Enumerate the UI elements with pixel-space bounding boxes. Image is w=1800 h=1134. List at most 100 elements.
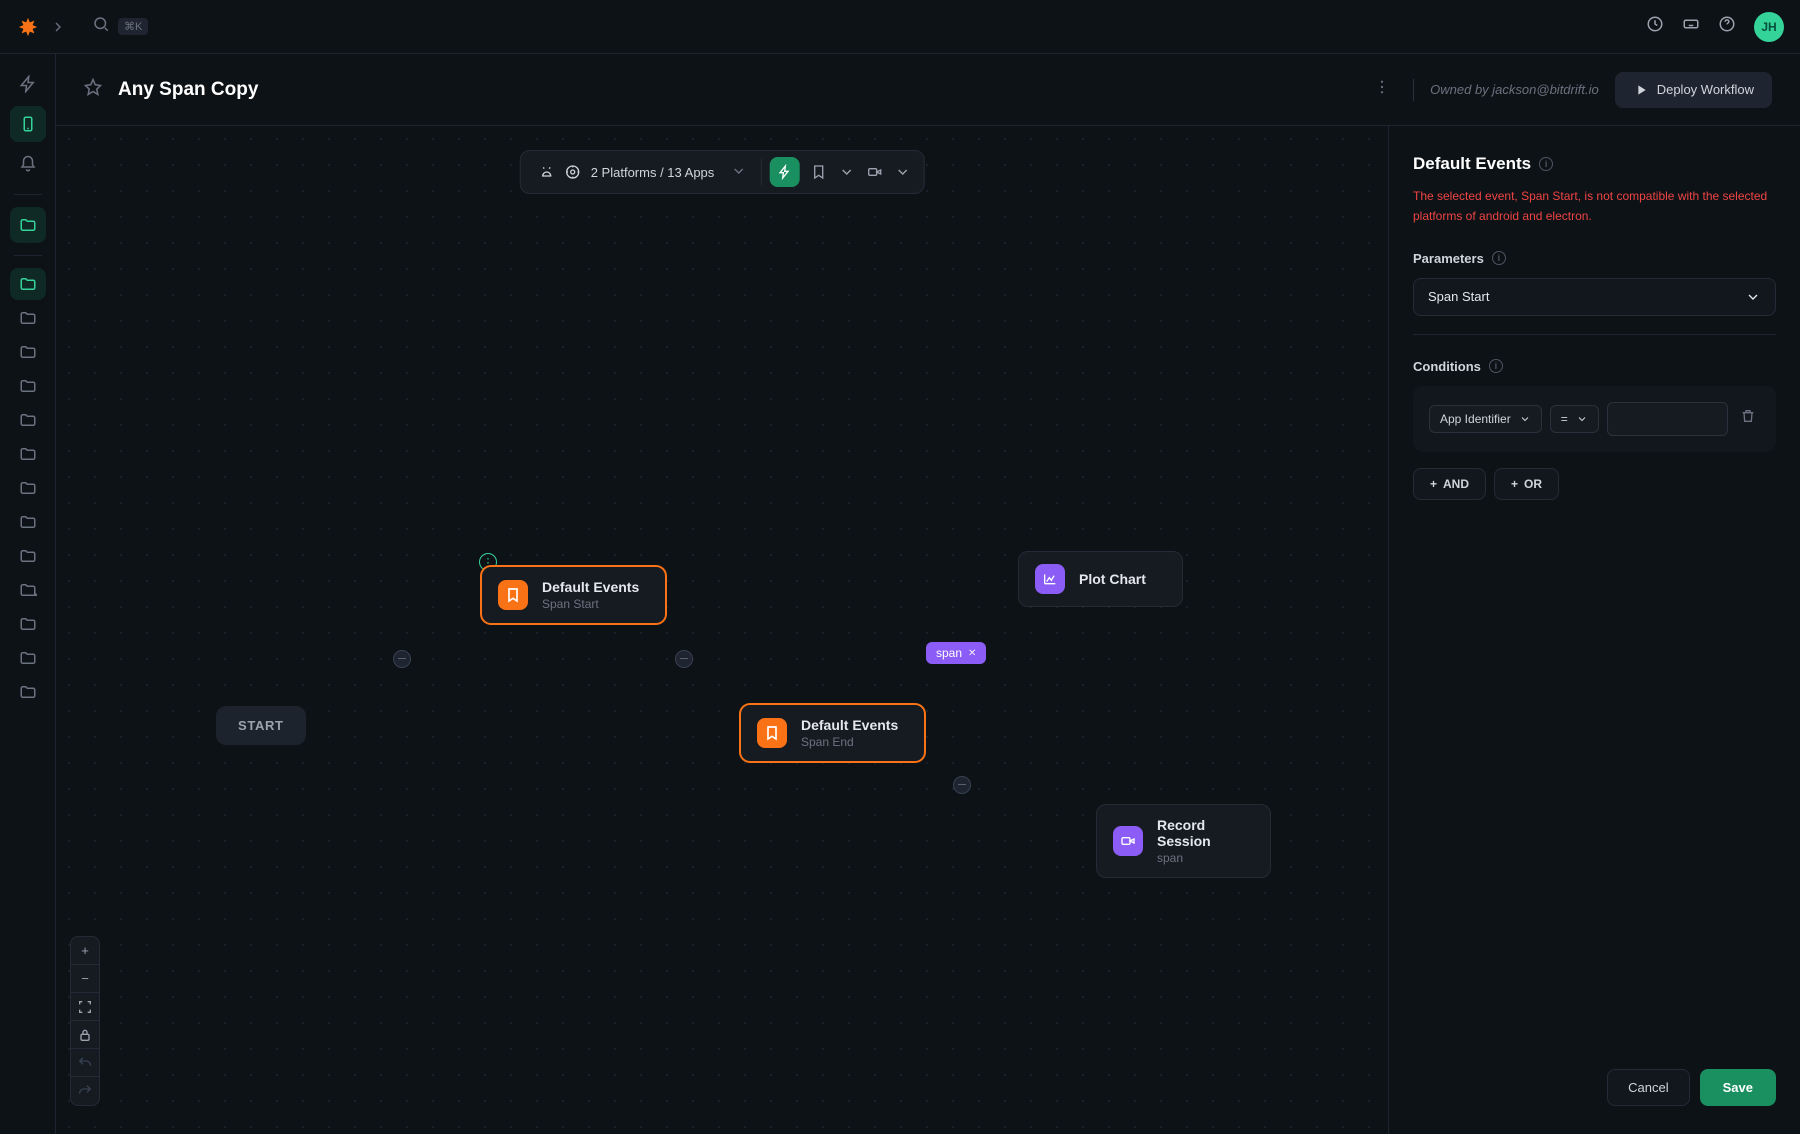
zoom-out-button[interactable]: − bbox=[71, 965, 99, 993]
add-node-handle[interactable]: ─ bbox=[675, 650, 693, 668]
search-shortcut: ⌘K bbox=[118, 18, 148, 35]
parameter-value: Span Start bbox=[1428, 289, 1489, 304]
node-default-events-start[interactable]: Default Events Span Start bbox=[481, 566, 666, 624]
sidebar-folder[interactable] bbox=[10, 506, 46, 538]
condition-operator: = bbox=[1561, 412, 1568, 426]
sidebar-item-alerts[interactable] bbox=[10, 146, 46, 182]
condition-field-select[interactable]: App Identifier bbox=[1429, 405, 1542, 433]
fit-view-button[interactable] bbox=[71, 993, 99, 1021]
canvas-toolbar: 2 Platforms / 13 Apps bbox=[520, 150, 925, 194]
chevron-down-icon[interactable] bbox=[893, 157, 911, 187]
bookmark-icon bbox=[757, 718, 787, 748]
delete-condition-icon[interactable] bbox=[1736, 404, 1760, 433]
node-subtitle: Span End bbox=[801, 735, 898, 749]
node-title: Plot Chart bbox=[1079, 571, 1146, 587]
conditions-label: Conditions bbox=[1413, 359, 1481, 374]
node-title: Default Events bbox=[801, 717, 898, 733]
sidebar-folder[interactable] bbox=[10, 676, 46, 708]
deploy-label: Deploy Workflow bbox=[1657, 82, 1754, 97]
tool-record-icon[interactable] bbox=[859, 157, 889, 187]
properties-panel: Default Events i The selected event, Spa… bbox=[1388, 126, 1800, 1134]
parameter-select[interactable]: Span Start bbox=[1413, 278, 1776, 316]
span-chip[interactable]: span ✕ bbox=[926, 642, 986, 664]
sidebar-folder[interactable] bbox=[10, 472, 46, 504]
sidebar-item-device[interactable] bbox=[10, 106, 46, 142]
condition-row: App Identifier = bbox=[1413, 386, 1776, 452]
edges-layer bbox=[56, 126, 356, 276]
sidebar-folder-current[interactable] bbox=[10, 268, 46, 300]
info-icon[interactable]: i bbox=[1489, 359, 1503, 373]
node-default-events-end[interactable]: Default Events Span End bbox=[740, 704, 925, 762]
workflow-canvas[interactable]: 2 Platforms / 13 Apps START ⋮ bbox=[56, 126, 1388, 1134]
panel-title: Default Events bbox=[1413, 154, 1531, 174]
sidebar-divider bbox=[14, 255, 42, 256]
sidebar-folder-active[interactable] bbox=[10, 207, 46, 243]
chart-icon bbox=[1035, 564, 1065, 594]
sidebar-folder[interactable] bbox=[10, 404, 46, 436]
start-label: START bbox=[238, 718, 284, 733]
deploy-workflow-button[interactable]: Deploy Workflow bbox=[1615, 72, 1772, 108]
platform-summary: 2 Platforms / 13 Apps bbox=[591, 165, 715, 180]
condition-operator-select[interactable]: = bbox=[1550, 405, 1599, 433]
bookmark-icon bbox=[498, 580, 528, 610]
parameters-label: Parameters bbox=[1413, 251, 1484, 266]
and-label: AND bbox=[1443, 477, 1469, 491]
sidebar-folder[interactable] bbox=[10, 540, 46, 572]
node-subtitle: Span Start bbox=[542, 597, 639, 611]
top-bar: ⌘K JH bbox=[0, 0, 1800, 54]
chip-close-icon[interactable]: ✕ bbox=[968, 648, 976, 659]
sidebar-folder[interactable] bbox=[10, 608, 46, 640]
compatibility-warning: The selected event, Span Start, is not c… bbox=[1413, 186, 1776, 227]
sidebar-folder[interactable] bbox=[10, 336, 46, 368]
keyboard-icon[interactable] bbox=[1682, 15, 1700, 38]
tool-event-icon[interactable] bbox=[769, 157, 799, 187]
help-icon[interactable] bbox=[1718, 15, 1736, 38]
platform-picker[interactable]: 2 Platforms / 13 Apps bbox=[529, 159, 757, 186]
sidebar-folder[interactable] bbox=[10, 370, 46, 402]
add-node-handle[interactable]: ─ bbox=[393, 650, 411, 668]
sidebar-item-lightning[interactable] bbox=[10, 66, 46, 102]
info-icon[interactable]: i bbox=[1539, 157, 1553, 171]
chevron-down-icon[interactable] bbox=[837, 157, 855, 187]
avatar[interactable]: JH bbox=[1754, 12, 1784, 42]
owner-email: jackson@bitdrift.io bbox=[1492, 82, 1598, 97]
record-icon bbox=[1113, 826, 1143, 856]
history-icon[interactable] bbox=[1646, 15, 1664, 38]
tool-bookmark-icon[interactable] bbox=[803, 157, 833, 187]
zoom-in-button[interactable]: + bbox=[71, 937, 99, 965]
divider bbox=[1413, 79, 1414, 101]
add-and-condition-button[interactable]: +AND bbox=[1413, 468, 1486, 500]
owner-label: Owned by jackson@bitdrift.io bbox=[1430, 82, 1599, 97]
search-icon bbox=[92, 15, 110, 38]
add-node-handle[interactable]: ─ bbox=[953, 776, 971, 794]
sidebar-folder[interactable] bbox=[10, 574, 46, 606]
sidebar-folder[interactable] bbox=[10, 438, 46, 470]
redo-button[interactable] bbox=[71, 1077, 99, 1105]
page-header: Any Span Copy Owned by jackson@bitdrift.… bbox=[56, 54, 1800, 126]
sidebar-folder[interactable] bbox=[10, 642, 46, 674]
node-subtitle: span bbox=[1157, 851, 1254, 865]
info-icon[interactable]: i bbox=[1492, 251, 1506, 265]
star-icon[interactable] bbox=[84, 78, 102, 101]
zoom-controls: + − bbox=[70, 936, 100, 1106]
condition-field: App Identifier bbox=[1440, 412, 1511, 426]
toolbar-divider bbox=[760, 159, 761, 185]
condition-value-input[interactable] bbox=[1607, 402, 1728, 436]
brand-logo bbox=[16, 15, 40, 39]
save-button[interactable]: Save bbox=[1700, 1069, 1776, 1106]
lock-view-button[interactable] bbox=[71, 1021, 99, 1049]
owner-prefix: Owned by bbox=[1430, 82, 1492, 97]
sidebar-collapse-icon[interactable] bbox=[48, 17, 68, 37]
node-record-session[interactable]: Record Session span bbox=[1096, 804, 1271, 878]
chip-label: span bbox=[936, 646, 962, 660]
node-plot-chart[interactable]: Plot Chart bbox=[1018, 551, 1183, 607]
undo-button[interactable] bbox=[71, 1049, 99, 1077]
left-sidebar bbox=[0, 54, 56, 1134]
sidebar-folder[interactable] bbox=[10, 302, 46, 334]
node-title: Record Session bbox=[1157, 817, 1254, 849]
add-or-condition-button[interactable]: +OR bbox=[1494, 468, 1559, 500]
search-input[interactable]: ⌘K bbox=[92, 15, 148, 38]
node-start[interactable]: START bbox=[216, 706, 306, 745]
more-menu-icon[interactable] bbox=[1367, 78, 1397, 101]
cancel-button[interactable]: Cancel bbox=[1607, 1069, 1689, 1106]
